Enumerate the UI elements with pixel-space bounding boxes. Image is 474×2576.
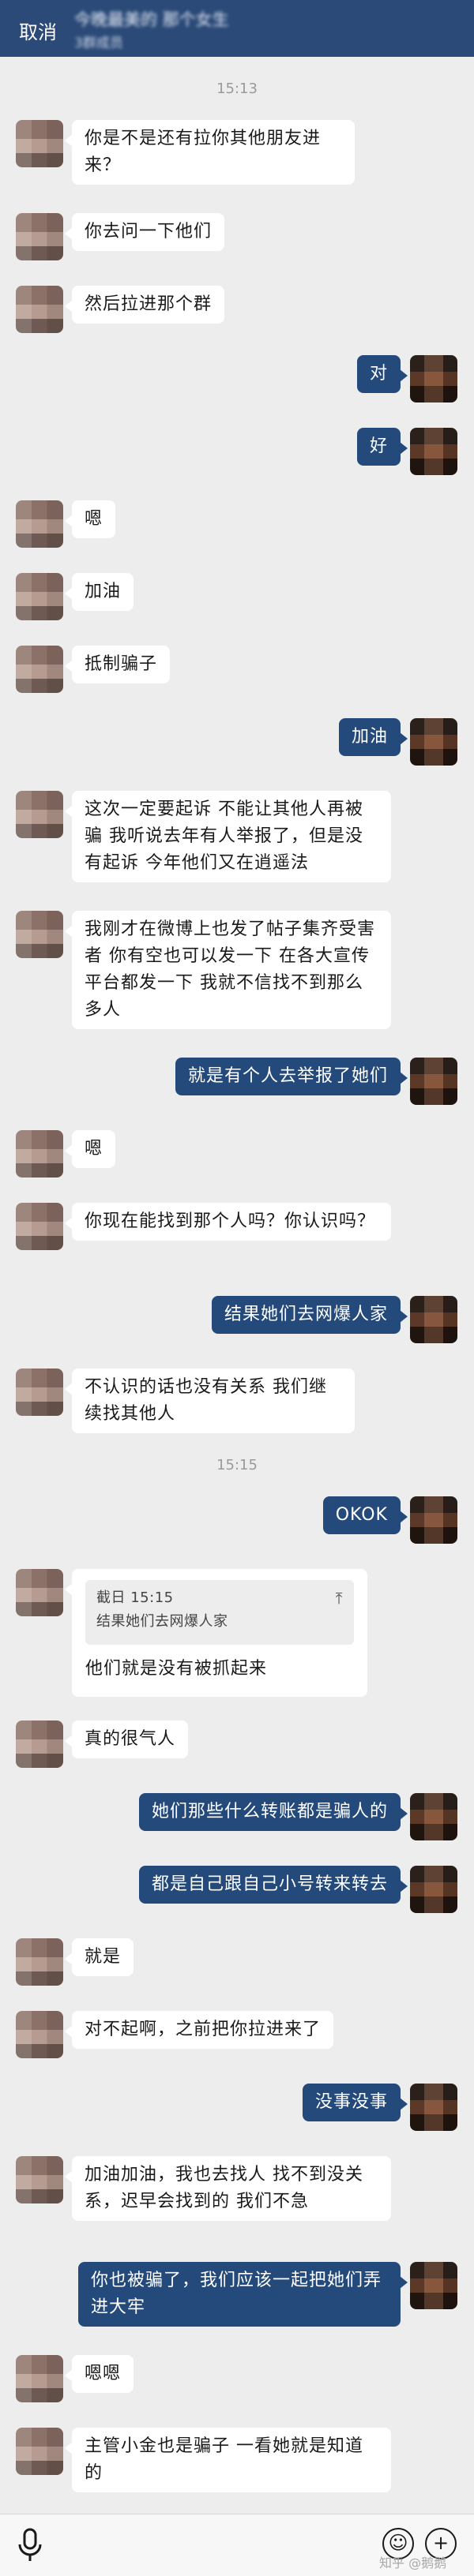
quote-text: 结果她们去网爆人家 [96, 1613, 228, 1630]
avatar[interactable] [410, 1296, 457, 1343]
message-bubble-received[interactable]: 主管小金也是骗子 一看她就是知道的 [65, 2428, 391, 2492]
message-bubble-received[interactable]: 对不起啊，之前把你拉进来了 [64, 2011, 334, 2049]
avatar[interactable] [410, 428, 457, 475]
message-bubble-sent[interactable]: 她们那些什么转账都是骗人的 [138, 1793, 408, 1831]
avatar[interactable] [16, 1203, 63, 1250]
quoted-message[interactable]: 截日 15:15 结果她们去网爆人家 ⤒ [85, 1580, 354, 1645]
chat-header: 取消 今晚最美的 那个女生 3群成员 [0, 0, 474, 57]
avatar[interactable] [410, 1793, 457, 1840]
avatar[interactable] [16, 2011, 63, 2058]
message-bubble-received[interactable]: 你是不是还有拉你其他朋友进来？ [65, 120, 355, 185]
avatar[interactable] [16, 2156, 63, 2203]
input-bar: ☺ + 知乎 @鹅鹅 [0, 2514, 474, 2576]
message-bubble-sent[interactable]: 没事没事 [302, 2084, 408, 2121]
message-bubble-received[interactable]: 嗯 [64, 500, 116, 538]
avatar[interactable] [16, 791, 63, 838]
avatar[interactable] [16, 1368, 63, 1416]
chat-title: 今晚最美的 那个女生 [74, 10, 229, 29]
avatar[interactable] [16, 213, 63, 260]
message-bubble-received[interactable]: 嗯 [64, 1130, 116, 1168]
message-bubble-received[interactable]: 你去问一下他们 [64, 213, 225, 251]
avatar[interactable] [410, 718, 457, 766]
avatar[interactable] [16, 2355, 63, 2402]
message-bubble-sent[interactable]: 都是自己跟自己小号转来转去 [138, 1866, 408, 1904]
message-bubble-sent[interactable]: 好 [356, 428, 408, 466]
message-bubble-received[interactable]: 这次一定要起诉 不能让其他人再被骗 我听说去年有人举报了，但是没有起诉 今年他们… [65, 791, 391, 882]
message-bubble-received[interactable]: 然后拉进那个群 [64, 286, 225, 324]
quote-meta: 截日 15:15 [96, 1589, 174, 1606]
message-list[interactable]: 15:13 你是不是还有拉你其他朋友进来？ 你去问一下他们 然后拉进那个群 对 … [0, 57, 474, 2514]
avatar[interactable] [16, 646, 63, 693]
timestamp: 15:15 [216, 1457, 258, 1473]
avatar[interactable] [16, 120, 63, 167]
avatar[interactable] [410, 2262, 457, 2309]
message-bubble-sent[interactable]: 对 [356, 355, 408, 393]
message-bubble-sent[interactable]: 就是有个人去举报了她们 [175, 1058, 408, 1095]
avatar[interactable] [410, 1496, 457, 1544]
message-bubble-sent[interactable]: 结果她们去网爆人家 [211, 1296, 408, 1334]
avatar[interactable] [16, 2428, 63, 2475]
avatar[interactable] [410, 355, 457, 402]
message-bubble-sent[interactable]: 你也被骗了，我们应该一起把她们弄进大牢 [78, 2262, 408, 2327]
message-bubble-received[interactable]: 抵制骗子 [64, 646, 171, 683]
avatar[interactable] [410, 2084, 457, 2131]
avatar[interactable] [410, 1058, 457, 1105]
avatar[interactable] [16, 573, 63, 620]
chat-subtitle: 3群成员 [74, 36, 123, 51]
message-bubble-received[interactable]: 你现在能找到那个人吗？你认识吗？ [65, 1203, 391, 1241]
microphone-icon[interactable] [14, 2527, 46, 2563]
avatar[interactable] [16, 1130, 63, 1178]
message-bubble-received-with-quote[interactable]: 截日 15:15 结果她们去网爆人家 ⤒ 他们就是没有被抓起来 [65, 1569, 367, 1697]
message-bubble-received[interactable]: 加油加油，我也去找人 找不到没关系，迟早会找到的 我们不急 [65, 2156, 391, 2221]
avatar[interactable] [16, 286, 63, 333]
message-bubble-received[interactable]: 不认识的话也没有关系 我们继续找其他人 [65, 1368, 355, 1433]
message-bubble-received[interactable]: 嗯嗯 [64, 2355, 134, 2393]
timestamp: 15:13 [216, 80, 258, 97]
cancel-button[interactable]: 取消 [19, 17, 57, 44]
message-bubble-received[interactable]: 加油 [64, 573, 134, 611]
message-bubble-received[interactable]: 我刚才在微博上也发了帖子集齐受害者 你有空也可以发一下 在各大宣传平台都发一下 … [65, 911, 391, 1029]
avatar[interactable] [16, 500, 63, 548]
avatar[interactable] [16, 1720, 63, 1768]
watermark: 知乎 @鹅鹅 [379, 2555, 447, 2570]
message-bubble-sent[interactable]: 加油 [338, 718, 408, 756]
message-bubble-received[interactable]: 就是 [64, 1938, 134, 1976]
avatar[interactable] [16, 911, 63, 958]
avatar[interactable] [16, 1569, 63, 1616]
avatar[interactable] [410, 1866, 457, 1913]
message-bubble-received[interactable]: 真的很气人 [64, 1720, 189, 1758]
message-bubble-sent[interactable]: OKOK [322, 1496, 408, 1534]
reply-text: 他们就是没有被抓起来 [85, 1659, 268, 1679]
arrow-up-icon[interactable]: ⤒ [336, 1586, 343, 1610]
avatar[interactable] [16, 1938, 63, 1986]
